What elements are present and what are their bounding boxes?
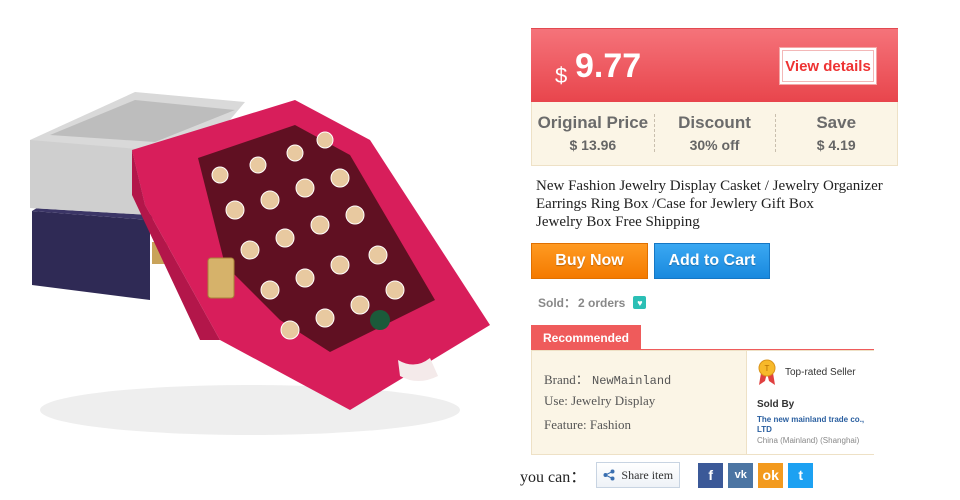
share-row: you can： Share item f vk ok t <box>520 461 814 489</box>
spec-feature: Feature: Fashion <box>544 417 671 441</box>
spec-value: Fashion <box>589 417 632 432</box>
discount-value: 30% off <box>689 137 740 153</box>
spec-label: Brand： <box>544 372 589 387</box>
share-icon <box>603 469 615 481</box>
original-price-label: Original Price <box>537 113 649 132</box>
top-rated-badge: Top-rated Seller <box>785 367 856 378</box>
price-details: Original Price $ 13.96 Discount 30% off … <box>531 102 898 166</box>
save: Save $ 4.19 <box>775 102 897 165</box>
spec-label: Feature: <box>544 417 587 432</box>
spec-brand: Brand： NewMainland <box>544 369 671 393</box>
share-item-label: Share item <box>621 467 674 482</box>
original-price-currency: $ <box>569 137 578 153</box>
discount: Discount 30% off <box>653 102 776 165</box>
vk-icon[interactable]: vk <box>728 462 754 488</box>
original-price: Original Price $ 13.96 <box>532 102 654 165</box>
product-title: New Fashion Jewelry Display Casket / Jew… <box>536 177 906 231</box>
odnoklassniki-icon[interactable]: ok <box>758 462 784 488</box>
svg-text:T: T <box>765 364 770 373</box>
spec-label: Use: <box>544 393 568 408</box>
heart-icon[interactable]: ♥ <box>633 296 647 309</box>
title-line: Earrings Ring Box /Case for Jewlery Gift… <box>536 196 814 212</box>
twitter-icon[interactable]: t <box>788 462 814 488</box>
seller-name-link[interactable]: The new mainland trade co., LTD <box>757 415 871 435</box>
buy-now-button[interactable]: Buy Now <box>531 243 648 279</box>
view-details-button[interactable]: View details <box>779 47 877 85</box>
title-line: Jewelry Box Free Shipping <box>536 214 700 230</box>
recommended-panel: Brand： NewMainland Use: Jewelry Display … <box>531 350 874 455</box>
seller-location: China (Mainland) (Shanghai) <box>757 436 860 445</box>
spec-use: Use: Jewelry Display <box>544 393 671 417</box>
share-prefix: you can： <box>520 469 587 486</box>
share-item-button[interactable]: Share item <box>596 462 681 488</box>
price-currency: $ <box>555 63 568 88</box>
sold-row: Sold： 2 orders ♥ <box>538 294 647 311</box>
original-price-value: 13.96 <box>581 137 617 153</box>
medal-icon: T <box>758 359 776 385</box>
product-image <box>30 92 490 435</box>
sold-by-label: Sold By <box>757 399 795 410</box>
sold-label: Sold： <box>538 296 576 310</box>
save-value: 4.19 <box>828 137 856 153</box>
save-currency: $ <box>816 137 825 153</box>
spec-value: Jewelry Display <box>571 393 656 408</box>
spec-list: Brand： NewMainland Use: Jewelry Display … <box>544 369 671 441</box>
recommended-tab: Recommended <box>531 325 641 350</box>
sale-price: 9.77 <box>575 47 642 85</box>
save-label: Save <box>816 113 857 132</box>
facebook-icon[interactable]: f <box>698 462 724 488</box>
discount-label: Discount <box>678 113 751 132</box>
title-line: New Fashion Jewelry Display Casket / Jew… <box>536 178 883 194</box>
sold-count: 2 orders <box>578 295 626 310</box>
add-to-cart-button[interactable]: Add to Cart <box>654 243 770 279</box>
spec-value: NewMainland <box>592 374 672 388</box>
seller-card: T Top-rated Seller Sold By The new mainl… <box>746 351 874 454</box>
price-banner: $ 9.77 View details <box>531 28 898 102</box>
